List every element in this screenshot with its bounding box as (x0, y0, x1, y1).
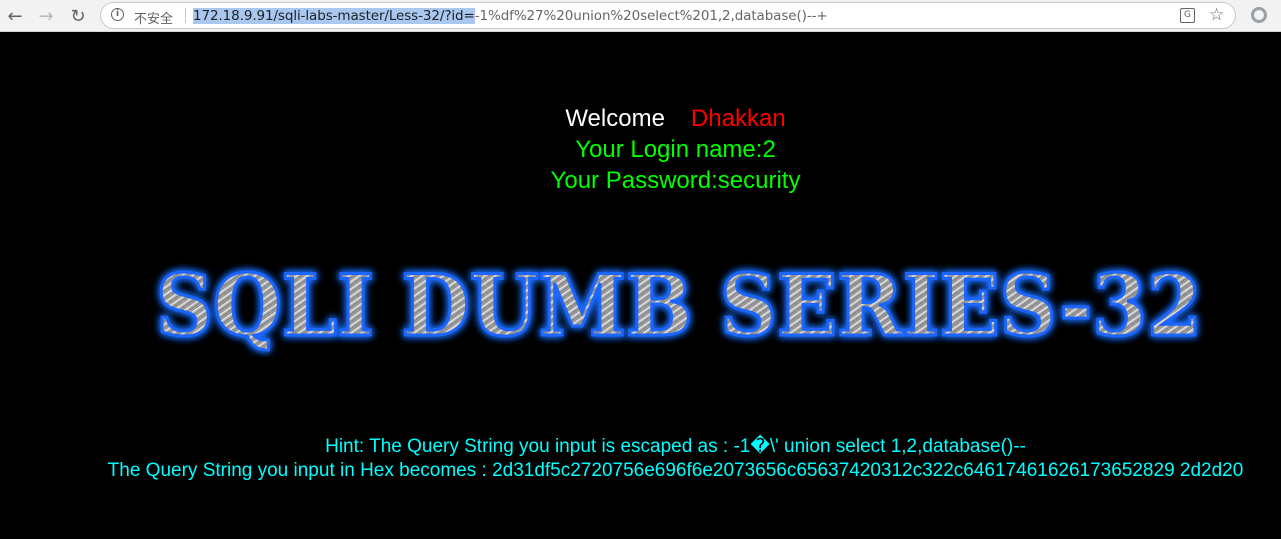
back-icon[interactable]: ← (3, 4, 27, 28)
password-text: Your Password:security (550, 167, 801, 194)
address-bar[interactable]: i 不安全 172.18.9.91/sqli-labs-master/Less-… (100, 2, 1236, 29)
url-selected-text[interactable]: 172.18.9.91/sqli-labs-master/Less-32/?id… (193, 8, 475, 24)
banner-text: SQLI DUMB SERIES-32 (156, 257, 1202, 355)
user-name: Dhakkan (690, 105, 786, 132)
series-banner: SQLI DUMB SERIES-32 (155, 257, 1204, 357)
hint-text: Hint: The Query String you input is esca… (325, 436, 1026, 457)
extension-icon[interactable] (1251, 7, 1267, 23)
star-icon[interactable]: ☆ (1209, 5, 1224, 25)
forward-icon[interactable]: → (34, 4, 58, 28)
url-rest-text[interactable]: -1%df%27%20union%20select%201,2,database… (475, 8, 828, 24)
url-text[interactable]: 172.18.9.91/sqli-labs-master/Less-32/?id… (193, 8, 828, 24)
translate-icon[interactable]: G (1180, 8, 1195, 23)
welcome-text: Welcome (565, 105, 665, 132)
login-name-text: Your Login name:2 (575, 136, 776, 163)
page-content: Welcome Dhakkan Your Login name:2 Your Pa… (0, 33, 1281, 539)
welcome-line: Welcome Dhakkan (0, 105, 1281, 133)
security-label[interactable]: 不安全 (134, 8, 173, 27)
browser-toolbar: ← → ↻ i 不安全 172.18.9.91/sqli-labs-master… (0, 0, 1281, 32)
info-icon[interactable]: i (111, 8, 124, 21)
address-separator (185, 8, 186, 23)
hex-text: The Query String you input in Hex become… (107, 460, 1244, 481)
reload-icon[interactable]: ↻ (66, 4, 90, 28)
